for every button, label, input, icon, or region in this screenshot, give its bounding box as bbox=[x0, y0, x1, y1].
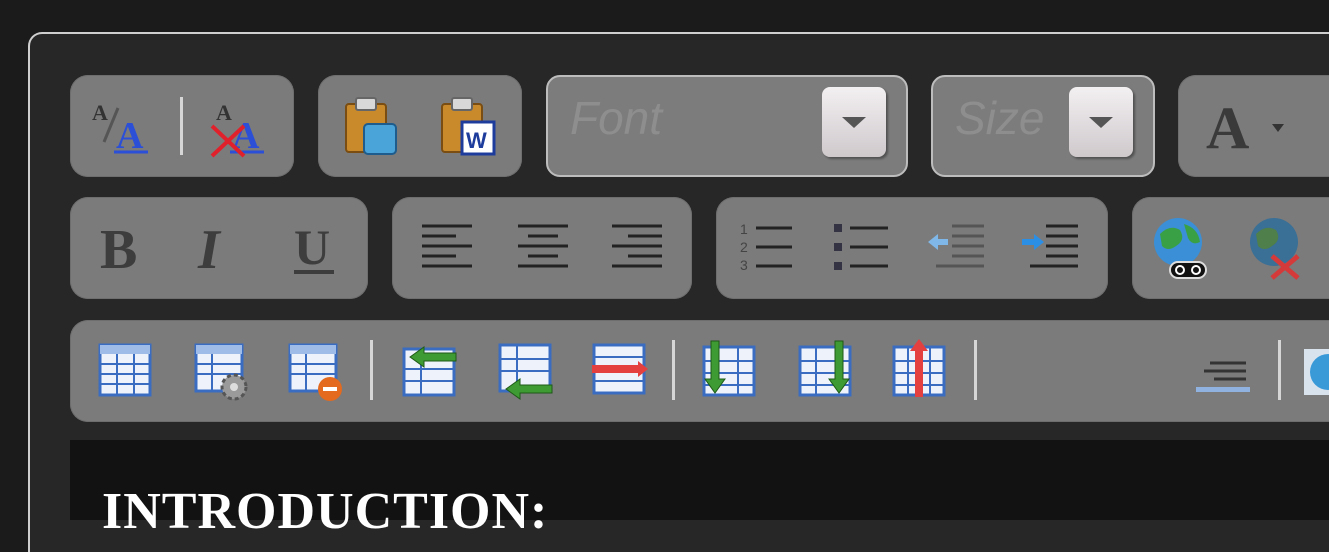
outdent-icon bbox=[928, 224, 984, 268]
unordered-list-button[interactable] bbox=[826, 209, 896, 285]
list-group: 1 2 3 bbox=[716, 197, 1108, 299]
format-group: A A A A bbox=[70, 75, 294, 177]
link-icon bbox=[1154, 218, 1207, 279]
separator bbox=[1278, 340, 1281, 400]
indent-button[interactable] bbox=[1016, 209, 1086, 285]
insert-row-after-button[interactable] bbox=[490, 332, 560, 408]
svg-text:A: A bbox=[92, 100, 108, 125]
alignment-group bbox=[392, 197, 692, 299]
table-properties-icon bbox=[194, 343, 248, 401]
help-icon bbox=[1304, 349, 1329, 395]
svg-text:W: W bbox=[466, 128, 487, 153]
text-style-group: B I U bbox=[70, 197, 368, 299]
align-center-icon bbox=[518, 224, 568, 268]
svg-text:I: I bbox=[197, 219, 222, 281]
svg-text:A: A bbox=[1206, 95, 1249, 160]
italic-button[interactable]: I bbox=[180, 209, 250, 285]
table-button[interactable] bbox=[90, 332, 160, 408]
italic-icon: I bbox=[197, 219, 222, 281]
delete-column-icon bbox=[892, 339, 946, 397]
unordered-list-icon bbox=[834, 224, 888, 270]
table-properties-button[interactable] bbox=[186, 332, 256, 408]
size-select-placeholder: Size bbox=[955, 92, 1045, 144]
font-select-placeholder: Font bbox=[570, 92, 663, 144]
editor-content[interactable]: INTRODUCTION: bbox=[70, 440, 1329, 540]
paste-word-button[interactable]: W bbox=[432, 87, 502, 163]
delete-row-icon bbox=[592, 343, 648, 395]
align-left-icon bbox=[422, 224, 472, 268]
paste-group: W bbox=[318, 75, 522, 177]
table-icon bbox=[98, 343, 152, 397]
outdent-button[interactable] bbox=[922, 209, 992, 285]
separator bbox=[370, 340, 373, 400]
svg-text:U: U bbox=[294, 219, 330, 275]
insert-column-before-icon bbox=[702, 340, 756, 397]
svg-text:B: B bbox=[100, 219, 137, 281]
delete-column-button[interactable] bbox=[884, 332, 954, 408]
delete-row-button[interactable] bbox=[584, 332, 654, 408]
table-group bbox=[70, 320, 1329, 422]
separator bbox=[974, 340, 977, 400]
svg-text:3: 3 bbox=[740, 257, 748, 273]
style-icon: A A bbox=[92, 100, 148, 157]
link-group bbox=[1132, 197, 1329, 299]
paste-text-icon bbox=[345, 97, 397, 155]
more-button[interactable] bbox=[1300, 332, 1329, 408]
unlink-icon bbox=[1250, 218, 1300, 280]
remove-format-button[interactable]: A A bbox=[204, 87, 274, 163]
style-button[interactable]: A A bbox=[88, 87, 158, 163]
remove-format-icon: A A bbox=[210, 100, 264, 158]
horizontal-rule-icon bbox=[1196, 361, 1250, 392]
bold-icon: B bbox=[100, 219, 137, 281]
delete-table-button[interactable] bbox=[280, 332, 350, 408]
svg-text:1: 1 bbox=[740, 221, 748, 237]
insert-column-before-button[interactable] bbox=[694, 332, 764, 408]
svg-text:2: 2 bbox=[740, 239, 748, 255]
horizontal-rule-button[interactable] bbox=[1188, 332, 1258, 408]
delete-table-icon bbox=[288, 343, 342, 401]
insert-row-before-icon bbox=[402, 346, 457, 397]
text-color-icon: A bbox=[1206, 95, 1284, 160]
bold-button[interactable]: B bbox=[88, 209, 158, 285]
paste-word-icon: W bbox=[441, 97, 496, 156]
text-color-button[interactable]: A bbox=[1198, 87, 1298, 163]
insert-column-after-icon bbox=[798, 340, 852, 397]
align-right-icon bbox=[612, 224, 662, 268]
separator bbox=[180, 97, 183, 155]
insert-row-after-icon bbox=[498, 343, 553, 400]
separator bbox=[672, 340, 675, 400]
content-heading: INTRODUCTION: bbox=[102, 483, 549, 540]
underline-icon: U bbox=[294, 219, 334, 275]
insert-row-before-button[interactable] bbox=[394, 332, 464, 408]
font-dropdown-button[interactable] bbox=[822, 87, 886, 157]
ordered-list-button[interactable]: 1 2 3 bbox=[732, 209, 802, 285]
underline-button[interactable]: U bbox=[280, 209, 350, 285]
font-select[interactable]: Font bbox=[546, 75, 908, 177]
ordered-list-icon: 1 2 3 bbox=[740, 221, 792, 273]
insert-column-after-button[interactable] bbox=[790, 332, 860, 408]
unlink-button[interactable] bbox=[1242, 209, 1312, 285]
size-dropdown-button[interactable] bbox=[1069, 87, 1133, 157]
indent-icon bbox=[1022, 224, 1078, 268]
align-center-button[interactable] bbox=[508, 209, 578, 285]
link-button[interactable] bbox=[1146, 209, 1216, 285]
align-right-button[interactable] bbox=[602, 209, 672, 285]
color-group: A bbox=[1178, 75, 1329, 177]
svg-text:A: A bbox=[216, 100, 232, 125]
paste-text-button[interactable] bbox=[336, 87, 406, 163]
align-left-button[interactable] bbox=[412, 209, 482, 285]
size-select[interactable]: Size bbox=[931, 75, 1155, 177]
